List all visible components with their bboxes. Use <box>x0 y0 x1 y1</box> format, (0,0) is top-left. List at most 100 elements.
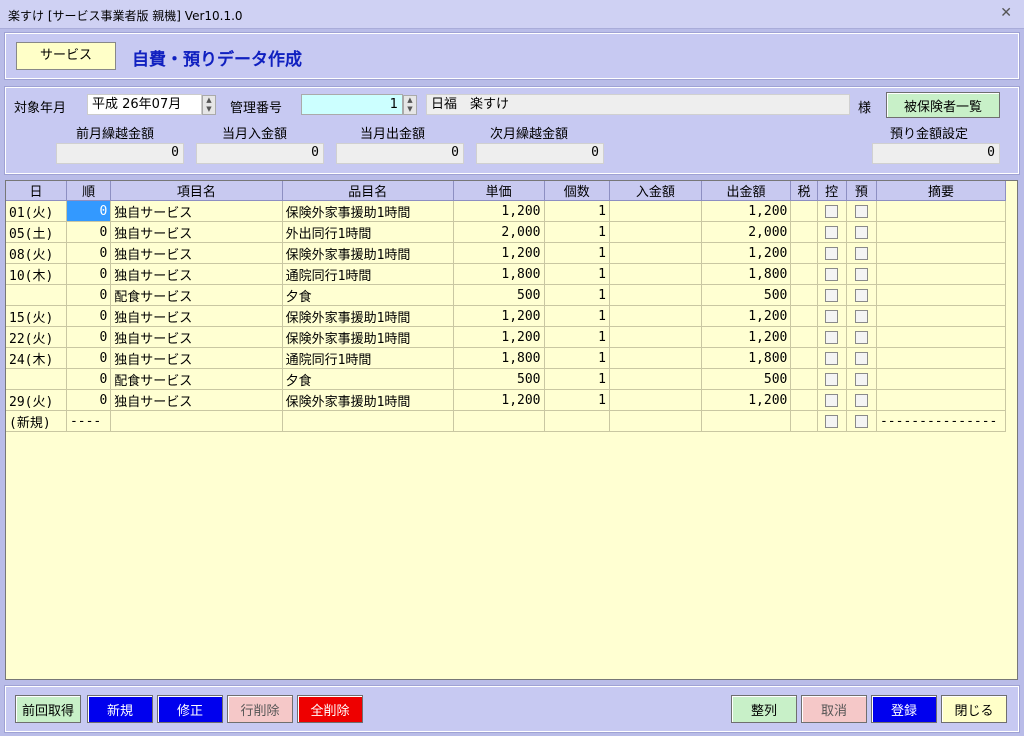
deduct-cell[interactable] <box>817 284 847 306</box>
item-cell[interactable]: 独自サービス <box>110 305 283 327</box>
table-row[interactable]: 0 配食サービス 夕食 500 1 500 <box>6 284 1007 306</box>
qty-cell[interactable]: 1 <box>544 305 611 327</box>
day-cell[interactable]: (新規) <box>6 410 67 432</box>
order-cell[interactable]: 0 <box>66 200 112 222</box>
col-header-in[interactable]: 入金額 <box>609 181 702 201</box>
deposit-cell[interactable] <box>846 326 877 348</box>
day-cell[interactable]: 01(火) <box>6 200 67 222</box>
tax-cell[interactable] <box>790 389 818 411</box>
day-cell[interactable]: 08(火) <box>6 242 67 264</box>
deduct-cell[interactable] <box>817 221 847 243</box>
deposit-checkbox[interactable] <box>854 225 868 239</box>
table-row[interactable]: 08(火) 0 独自サービス 保険外家事援助1時間 1,200 1 1,200 <box>6 242 1007 264</box>
empty-cell[interactable] <box>790 410 818 432</box>
table-row[interactable]: 0 配食サービス 夕食 500 1 500 <box>6 368 1007 390</box>
order-cell[interactable]: 0 <box>66 368 112 390</box>
deduct-cell[interactable] <box>817 326 847 348</box>
item-cell[interactable]: 独自サービス <box>110 221 283 243</box>
out-amount-cell[interactable]: 1,200 <box>701 389 792 411</box>
close-window-icon[interactable]: ✕ <box>1000 5 1012 21</box>
deposit-checkbox[interactable] <box>854 288 868 302</box>
out-amount-cell[interactable]: 1,200 <box>701 326 792 348</box>
product-cell[interactable]: 通院同行1時間 <box>282 263 454 285</box>
qty-cell[interactable]: 1 <box>544 347 611 369</box>
day-cell[interactable]: 05(土) <box>6 221 67 243</box>
memo-cell[interactable] <box>876 200 1007 222</box>
out-amount-cell[interactable]: 500 <box>701 284 792 306</box>
out-amount-cell[interactable]: 1,200 <box>701 305 792 327</box>
day-cell[interactable]: 24(木) <box>6 347 67 369</box>
memo-cell[interactable] <box>876 263 1007 285</box>
col-header-order[interactable]: 順 <box>66 181 112 201</box>
deposit-checkbox[interactable] <box>854 414 868 428</box>
tax-cell[interactable] <box>790 263 818 285</box>
out-amount-cell[interactable]: 1,200 <box>701 200 792 222</box>
item-cell[interactable]: 独自サービス <box>110 326 283 348</box>
year-month-spinner[interactable]: ▲ ▼ <box>202 95 216 115</box>
qty-cell[interactable]: 1 <box>544 242 611 264</box>
deduct-cell[interactable] <box>817 263 847 285</box>
col-header-tax[interactable]: 税 <box>790 181 818 201</box>
col-header-item[interactable]: 項目名 <box>110 181 283 201</box>
price-cell[interactable]: 2,000 <box>453 221 545 243</box>
deduct-checkbox[interactable] <box>825 414 839 428</box>
deposit-cell[interactable] <box>846 410 877 432</box>
deposit-cell[interactable] <box>846 389 877 411</box>
tax-cell[interactable] <box>790 347 818 369</box>
order-cell[interactable]: 0 <box>66 263 112 285</box>
deduct-cell[interactable] <box>817 305 847 327</box>
in-amount-cell[interactable] <box>609 347 702 369</box>
deposit-cell[interactable] <box>846 221 877 243</box>
deposit-cell[interactable] <box>846 347 877 369</box>
price-cell[interactable]: 1,200 <box>453 326 545 348</box>
day-cell[interactable] <box>6 284 67 306</box>
deduct-cell[interactable] <box>817 389 847 411</box>
out-amount-cell[interactable]: 500 <box>701 368 792 390</box>
qty-cell[interactable]: 1 <box>544 221 611 243</box>
empty-cell[interactable] <box>701 410 792 432</box>
deduct-checkbox[interactable] <box>825 351 839 365</box>
in-amount-cell[interactable] <box>609 326 702 348</box>
qty-cell[interactable]: 1 <box>544 263 611 285</box>
price-cell[interactable]: 500 <box>453 368 545 390</box>
table-row[interactable]: 22(火) 0 独自サービス 保険外家事援助1時間 1,200 1 1,200 <box>6 326 1007 348</box>
in-amount-cell[interactable] <box>609 263 702 285</box>
deposit-cell[interactable] <box>846 368 877 390</box>
item-cell[interactable]: 独自サービス <box>110 242 283 264</box>
deduct-cell[interactable] <box>817 368 847 390</box>
product-cell[interactable]: 通院同行1時間 <box>282 347 454 369</box>
table-row[interactable]: 05(土) 0 独自サービス 外出同行1時間 2,000 1 2,000 <box>6 221 1007 243</box>
memo-cell[interactable] <box>876 242 1007 264</box>
qty-cell[interactable]: 1 <box>544 284 611 306</box>
deposit-checkbox[interactable] <box>854 246 868 260</box>
memo-cell[interactable] <box>876 284 1007 306</box>
in-amount-cell[interactable] <box>609 284 702 306</box>
order-cell[interactable]: 0 <box>66 221 112 243</box>
sort-button[interactable]: 整列 <box>731 695 797 723</box>
product-cell[interactable]: 外出同行1時間 <box>282 221 454 243</box>
col-header-deduct[interactable]: 控 <box>817 181 847 201</box>
deposit-checkbox[interactable] <box>854 204 868 218</box>
item-cell[interactable]: 独自サービス <box>110 200 283 222</box>
order-cell[interactable]: 0 <box>66 389 112 411</box>
memo-cell[interactable] <box>876 326 1007 348</box>
tax-cell[interactable] <box>790 242 818 264</box>
col-header-price[interactable]: 単価 <box>453 181 545 201</box>
table-row[interactable]: 15(火) 0 独自サービス 保険外家事援助1時間 1,200 1 1,200 <box>6 305 1007 327</box>
qty-cell[interactable]: 1 <box>544 368 611 390</box>
deduct-checkbox[interactable] <box>825 330 839 344</box>
table-row[interactable]: 01(火) 0 独自サービス 保険外家事援助1時間 1,200 1 1,200 <box>6 200 1007 222</box>
in-amount-cell[interactable] <box>609 368 702 390</box>
product-cell[interactable]: 夕食 <box>282 368 454 390</box>
price-cell[interactable]: 1,200 <box>453 200 545 222</box>
deduct-cell[interactable] <box>817 347 847 369</box>
price-cell[interactable]: 1,200 <box>453 389 545 411</box>
out-amount-cell[interactable]: 1,200 <box>701 242 792 264</box>
deposit-cell[interactable] <box>846 305 877 327</box>
deduct-checkbox[interactable] <box>825 246 839 260</box>
tax-cell[interactable] <box>790 284 818 306</box>
deposit-checkbox[interactable] <box>854 372 868 386</box>
empty-cell[interactable] <box>544 410 611 432</box>
delete-all-button[interactable]: 全削除 <box>297 695 363 723</box>
qty-cell[interactable]: 1 <box>544 389 611 411</box>
